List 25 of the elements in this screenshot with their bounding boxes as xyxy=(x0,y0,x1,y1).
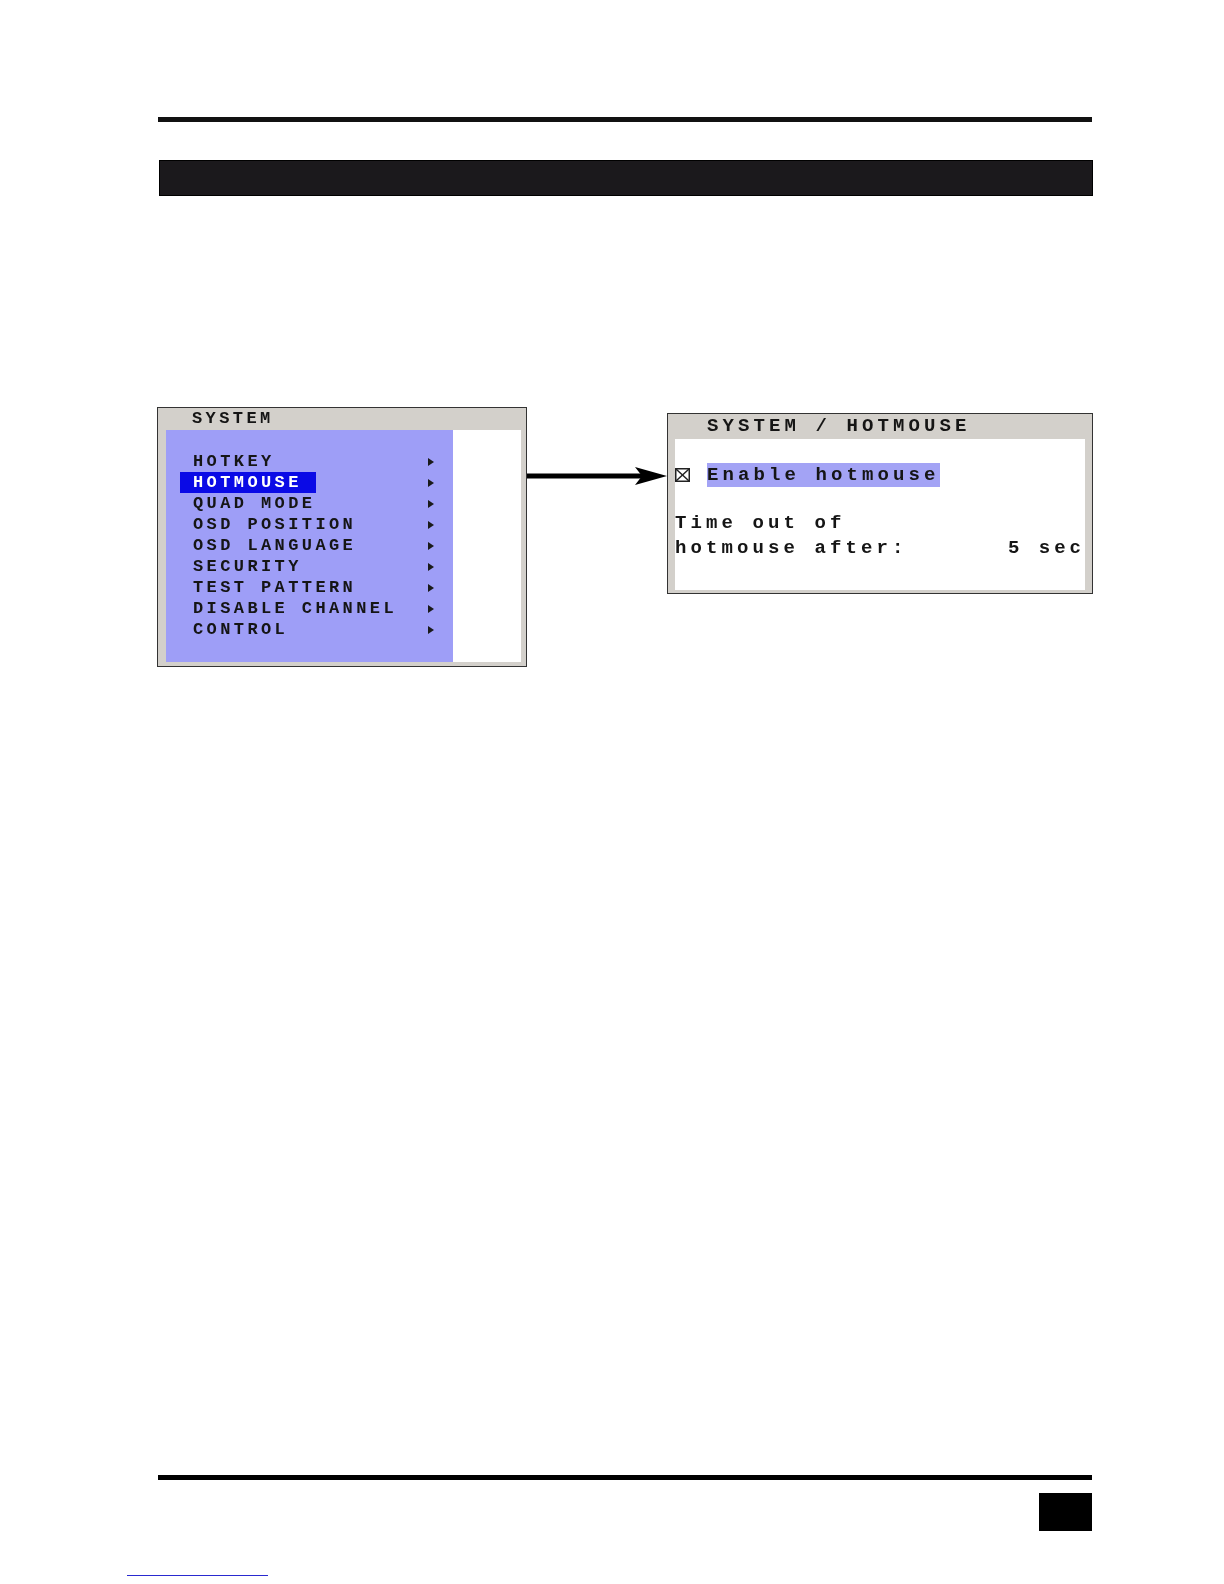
checkbox[interactable] xyxy=(675,468,690,482)
submenu-arrow-icon xyxy=(428,562,434,571)
checkbox-label[interactable]: Enable hotmouse xyxy=(707,463,940,487)
submenu-arrow-icon xyxy=(428,583,434,592)
menu-item[interactable]: HOTMOUSE xyxy=(180,472,316,493)
menu-item[interactable]: HOTKEY xyxy=(180,451,289,472)
menu-item[interactable]: DISABLE CHANNEL xyxy=(180,598,412,619)
submenu-arrow-icon xyxy=(428,499,434,508)
corner-block xyxy=(1039,1493,1092,1531)
menu-item[interactable]: OSD POSITION xyxy=(180,514,371,535)
menu-item[interactable]: TEST PATTERN xyxy=(180,577,371,598)
submenu-arrow-icon xyxy=(428,625,434,634)
submenu-arrow-icon xyxy=(428,520,434,529)
menu-item[interactable]: OSD LANGUAGE xyxy=(180,535,371,556)
window-title: SYSTEM xyxy=(192,408,274,430)
submenu-arrow-icon xyxy=(428,541,434,550)
submenu-arrow-icon xyxy=(428,478,434,487)
menu-item[interactable]: CONTROL xyxy=(180,619,303,640)
menu-item[interactable]: QUAD MODE xyxy=(180,493,330,514)
window-title: SYSTEM / HOTMOUSE xyxy=(707,414,971,439)
submenu-arrow-icon xyxy=(428,457,434,466)
submenu-arrow-icon xyxy=(428,604,434,613)
timeout-label: Time out of hotmouse after: xyxy=(675,511,909,561)
timeout-value: 5 sec xyxy=(1008,536,1085,561)
menu-item[interactable]: SECURITY xyxy=(180,556,316,577)
